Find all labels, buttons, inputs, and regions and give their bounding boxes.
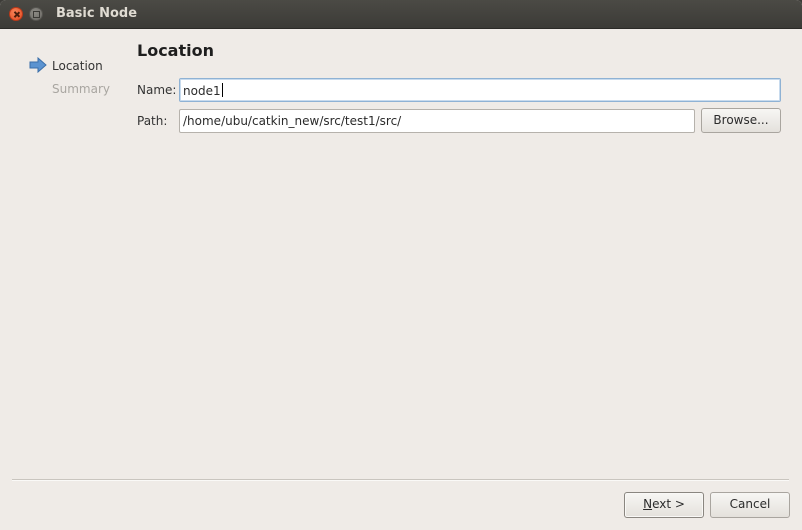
maximize-icon[interactable] <box>29 7 43 21</box>
next-button[interactable]: Next > <box>624 492 704 518</box>
name-input[interactable]: node1 <box>179 78 781 102</box>
next-mnemonic: N <box>643 497 653 511</box>
arrow-right-icon <box>29 57 47 73</box>
dialog-window: Basic Node Location Summary Location Nam… <box>0 0 802 530</box>
text-cursor <box>221 83 223 97</box>
window-title: Basic Node <box>56 6 138 21</box>
name-input-value: node1 <box>183 84 221 98</box>
path-input-value: /home/ubu/catkin_new/src/test1/src/ <box>183 114 402 128</box>
path-label: Path: <box>137 114 168 128</box>
browse-button[interactable]: Browse... <box>701 108 781 133</box>
close-icon[interactable] <box>9 7 23 21</box>
title-bar[interactable]: Basic Node <box>0 0 802 29</box>
sidebar-item-summary: Summary <box>52 82 110 96</box>
path-input[interactable]: /home/ubu/catkin_new/src/test1/src/ <box>179 109 695 133</box>
name-label: Name: <box>137 83 177 97</box>
footer-separator <box>12 479 789 481</box>
cancel-button[interactable]: Cancel <box>710 492 790 518</box>
next-label: ext > <box>652 497 685 511</box>
page-title: Location <box>137 41 214 60</box>
sidebar-item-location: Location <box>52 59 103 73</box>
